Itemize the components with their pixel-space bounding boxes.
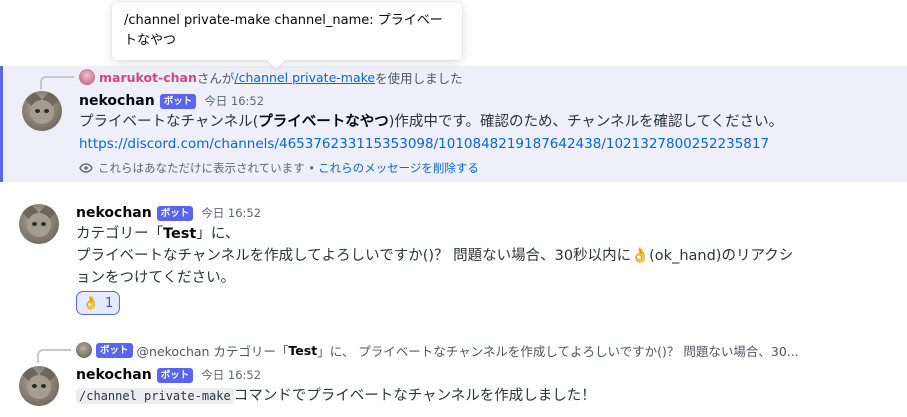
username[interactable]: nekochan <box>76 205 152 221</box>
message-text: コマンドでプライベートなチャンネルを作成しました！ <box>233 388 596 404</box>
reaction-count: 1 <box>104 295 114 311</box>
line1-pre: カテゴリー「 <box>76 226 163 242</box>
channel-name-bold: プライベートなやつ <box>258 114 389 130</box>
bot-tag: ボット <box>159 93 197 109</box>
reply-command-link[interactable]: /channel private-make <box>234 70 375 85</box>
message-content: カテゴリー「Test」に、 プライベートなチャンネルを作成してよろしいですか()… <box>76 223 876 289</box>
bot-avatar[interactable] <box>19 204 59 244</box>
username[interactable]: nekochan <box>79 93 155 109</box>
message-text-post: )作成中です。確認のため、チャンネルを確認してください。 <box>388 114 784 130</box>
ephemeral-note: これらはあなただけに表示されています • これらのメッセージを削除する <box>79 160 479 176</box>
message-header: nekochan ボット 今日 16:52 <box>76 365 261 385</box>
bot-tag: ボット <box>156 205 194 221</box>
command-usage-reply[interactable]: marukot-chan さんが /channel private-make を… <box>79 68 463 86</box>
reply-text-pre: @nekochan カテゴリー「 <box>136 343 289 359</box>
ephemeral-note-text: これらはあなただけに表示されています • <box>98 161 316 175</box>
bot-avatar[interactable] <box>19 366 59 406</box>
line2-post: (ok_hand)のリアクシ <box>649 248 794 264</box>
username[interactable]: nekochan <box>76 367 152 383</box>
eye-icon <box>79 163 93 173</box>
delete-messages-link[interactable]: これらのメッセージを削除する <box>318 160 479 176</box>
inline-code-command: /channel private-make <box>76 388 234 404</box>
command-tooltip: /channel private-make channel_name: プライベ… <box>112 2 462 69</box>
bot-avatar-mini[interactable] <box>76 342 92 358</box>
timestamp: 今日 16:52 <box>201 206 262 220</box>
reply-connector <box>40 76 74 90</box>
user-avatar-mini[interactable] <box>79 69 95 85</box>
reply-connector <box>37 349 71 363</box>
channel-link[interactable]: https://discord.com/channels/46537623311… <box>79 136 769 152</box>
reply-bot-tag: ボット <box>96 342 133 358</box>
reply-preview[interactable]: ボット @nekochan カテゴリー「 Test 」に、 プライベートなチャンネル… <box>76 341 799 359</box>
bot-tag: ボット <box>156 367 194 383</box>
completion-message: ボット @nekochan カテゴリー「 Test 」に、 プライベートなチャンネル… <box>0 337 907 417</box>
reaction-emoji: 👌 <box>82 295 99 311</box>
ephemeral-message: marukot-chan さんが /channel private-make を… <box>0 66 907 182</box>
line2-text: プライベートなチャンネルを作成してよろしいですか()？ 問題ない場合、30秒以内… <box>76 248 632 264</box>
message-content: /channel private-make コマンドでプライベートなチャンネルを作… <box>76 385 876 407</box>
timestamp: 今日 16:52 <box>204 94 265 108</box>
reply-text-post: 」に、 プライベートなチャンネルを作成してよろしいですか()？ 問題ない場合、3… <box>317 343 799 359</box>
confirmation-message: nekochan ボット 今日 16:52 カテゴリー「Test」に、 プライベ… <box>0 196 907 322</box>
reply-suffix: を使用しました <box>375 70 463 86</box>
reply-mid: さんが <box>196 70 235 86</box>
line1-post: 」に、 <box>196 226 240 242</box>
message-header: nekochan ボット 今日 16:52 <box>76 203 261 223</box>
tooltip-text: /channel private-make channel_name: プライベ… <box>124 13 443 48</box>
line3-text: ョンをつけてください。 <box>76 270 236 286</box>
message-text-pre: プライベートなチャンネル( <box>79 114 259 130</box>
message-header: nekochan ボット 今日 16:52 <box>79 91 264 111</box>
reply-username[interactable]: marukot-chan <box>99 70 197 85</box>
category-name-bold: Test <box>163 226 197 242</box>
message-content: プライベートなチャンネル(プライベートなやつ)作成中です。確認のため、チャンネル… <box>79 111 899 155</box>
timestamp: 今日 16:52 <box>201 368 262 382</box>
ok-hand-emoji[interactable]: 👌 <box>631 248 649 264</box>
reply-text-bold: Test <box>288 342 318 358</box>
reaction-ok-hand[interactable]: 👌 1 <box>76 291 120 315</box>
bot-avatar[interactable] <box>22 91 62 131</box>
